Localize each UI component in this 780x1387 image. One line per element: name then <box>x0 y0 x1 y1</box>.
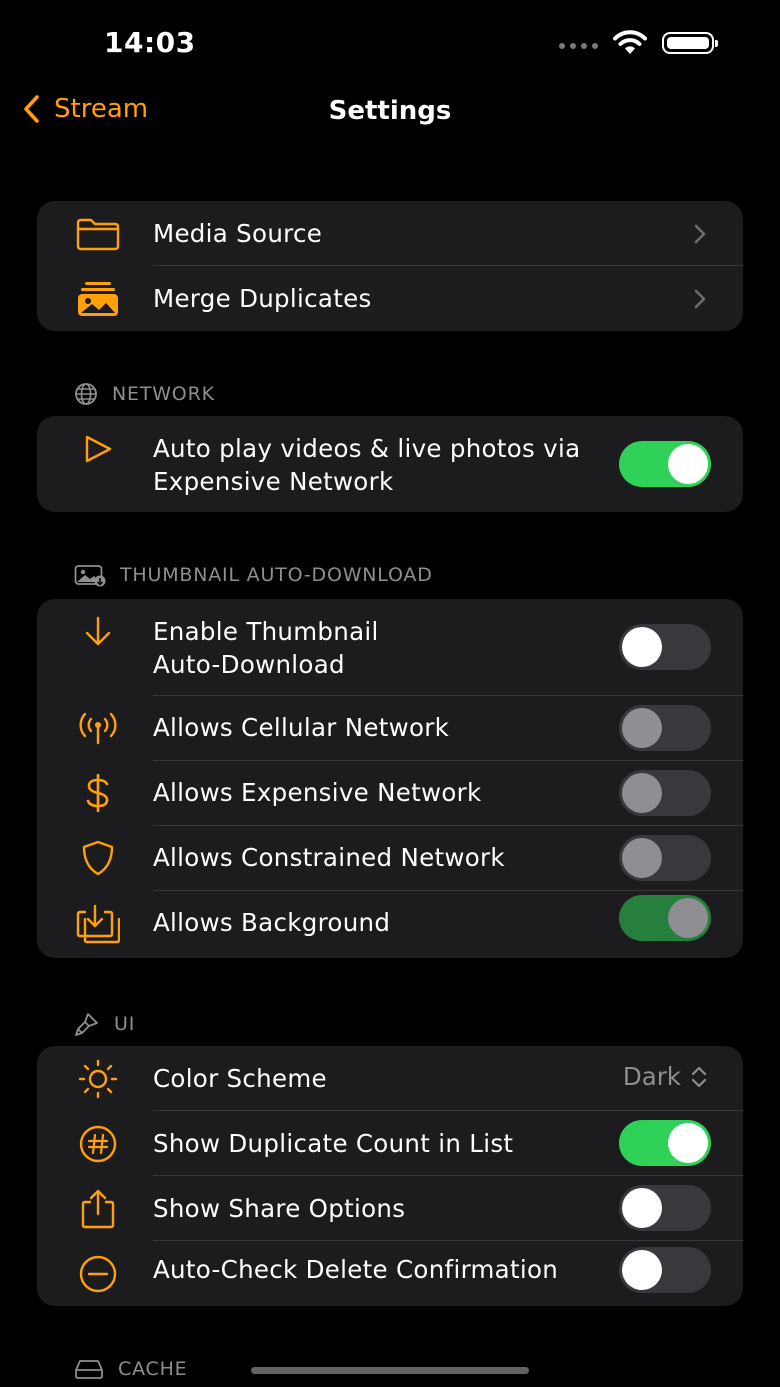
cellular-signal-icon <box>559 43 598 49</box>
background-row: Allows Background <box>37 891 743 958</box>
enable-thumbnail-label: Enable Thumbnail Auto-Download <box>153 617 379 679</box>
constrained-toggle[interactable] <box>619 835 711 881</box>
color-scheme-picker[interactable]: Dark <box>623 1062 707 1091</box>
auto-play-row: Auto play videos & live photos via Expen… <box>37 416 743 512</box>
drive-icon <box>75 1360 103 1379</box>
shield-icon <box>73 833 123 883</box>
folder-icon <box>73 209 123 259</box>
network-group: Auto play videos & live photos via Expen… <box>37 416 743 512</box>
thumbnail-header-label: THUMBNAIL AUTO-DOWNLOAD <box>120 564 433 586</box>
network-header-label: NETWORK <box>112 383 215 405</box>
auto-play-label: Auto play videos & live photos via Expen… <box>153 434 581 496</box>
share-options-label: Show Share Options <box>153 1194 406 1223</box>
download-arrow-icon <box>73 607 123 657</box>
ui-header-label: UI <box>114 1013 136 1035</box>
cellular-label: Allows Cellular Network <box>153 713 450 742</box>
media-source-row[interactable]: Media Source <box>37 201 743 266</box>
ui-group: Color Scheme Dark Show Duplicate Count i… <box>37 1046 743 1306</box>
background-toggle[interactable] <box>619 895 711 941</box>
auto-play-toggle[interactable] <box>619 441 711 487</box>
paintbrush-icon <box>75 1013 98 1036</box>
delete-confirmation-toggle[interactable] <box>619 1247 711 1293</box>
chevron-up-down-icon <box>691 1066 707 1087</box>
color-scheme-value: Dark <box>622 1062 681 1091</box>
tray-download-icon <box>73 899 123 949</box>
minus-circle-icon <box>73 1249 123 1299</box>
share-icon <box>73 1184 123 1234</box>
cache-section-header: CACHE <box>74 1358 188 1380</box>
antenna-icon <box>73 703 123 753</box>
ui-section-header: UI <box>74 1011 135 1037</box>
status-bar: 14:03 <box>0 0 780 88</box>
delete-confirmation-row: Auto-Check Delete Confirmation <box>37 1241 743 1306</box>
cache-header-label: CACHE <box>118 1358 188 1380</box>
home-indicator[interactable] <box>251 1367 529 1374</box>
duplicate-count-label: Show Duplicate Count in List <box>153 1129 514 1158</box>
network-section-header: NETWORK <box>74 382 215 406</box>
expensive-toggle[interactable] <box>619 770 711 816</box>
background-label: Allows Background <box>153 908 391 937</box>
status-icons <box>559 30 718 56</box>
duplicate-count-row: Show Duplicate Count in List <box>37 1111 743 1176</box>
cellular-row: Allows Cellular Network <box>37 696 743 761</box>
share-options-toggle[interactable] <box>619 1185 711 1231</box>
cellular-toggle[interactable] <box>619 705 711 751</box>
share-options-row: Show Share Options <box>37 1176 743 1241</box>
chevron-right-icon <box>694 289 706 308</box>
color-scheme-label: Color Scheme <box>153 1064 327 1093</box>
thumbnail-section-header: THUMBNAIL AUTO-DOWNLOAD <box>74 563 433 587</box>
sun-icon <box>73 1054 123 1104</box>
page-title: Settings <box>328 96 452 126</box>
merge-duplicates-label: Merge Duplicates <box>153 284 372 313</box>
general-group: Media Source Merge Duplicates <box>37 201 743 331</box>
enable-thumbnail-toggle[interactable] <box>619 624 711 670</box>
expensive-label: Allows Expensive Network <box>153 778 482 807</box>
globe-icon <box>75 383 97 405</box>
thumbnail-group: Enable Thumbnail Auto-Download Allows Ce… <box>37 599 743 958</box>
photos-stack-icon <box>73 274 123 324</box>
play-icon <box>73 424 123 474</box>
constrained-label: Allows Constrained Network <box>153 843 505 872</box>
color-scheme-row[interactable]: Color Scheme Dark <box>37 1046 743 1111</box>
wifi-icon <box>613 30 647 54</box>
expensive-row: Allows Expensive Network <box>37 761 743 826</box>
status-time: 14:03 <box>104 26 196 59</box>
duplicate-count-toggle[interactable] <box>619 1120 711 1166</box>
dollar-icon <box>73 768 123 818</box>
constrained-row: Allows Constrained Network <box>37 826 743 891</box>
enable-thumbnail-row: Enable Thumbnail Auto-Download <box>37 599 743 696</box>
battery-icon <box>662 32 718 54</box>
chevron-right-icon <box>694 224 706 243</box>
media-source-label: Media Source <box>153 219 323 248</box>
merge-duplicates-row[interactable]: Merge Duplicates <box>37 266 743 331</box>
number-circle-icon <box>73 1119 123 1169</box>
photo-download-icon <box>74 565 106 587</box>
delete-confirmation-label: Auto-Check Delete Confirmation <box>153 1255 559 1284</box>
